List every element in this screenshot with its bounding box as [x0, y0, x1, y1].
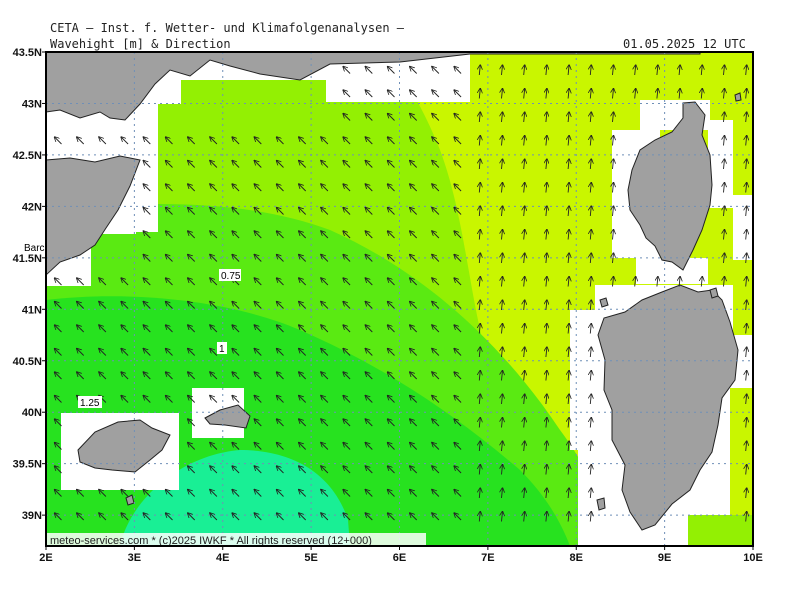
lon-tick-label: 5E	[304, 552, 317, 564]
lat-tick-label: 42N	[22, 201, 42, 213]
latitude-axis: 43.5N 43N 42.5N 42N 41.5N 41N 40.5N 40N 39.5N 39N	[13, 47, 46, 522]
lat-tick-label: 41.5N	[13, 253, 42, 265]
contour-label-1.25: 1.25	[80, 398, 100, 409]
map-field: 0.75 1 1.25 meteo-services.com * (c)2025…	[46, 52, 753, 546]
lat-tick-label: 42.5N	[13, 150, 42, 162]
lat-tick-label: 39.5N	[13, 459, 42, 471]
lat-tick-label: 40N	[22, 407, 42, 419]
lon-tick-label: 9E	[658, 552, 671, 564]
contour-label-1: 1	[219, 344, 225, 355]
contour-label-0.75: 0.75	[221, 271, 241, 282]
lon-tick-label: 4E	[216, 552, 229, 564]
lat-tick-label: 39N	[22, 510, 42, 522]
lon-tick-label: 6E	[393, 552, 406, 564]
lat-tick-label: 41N	[22, 304, 42, 316]
lon-tick-label: 3E	[128, 552, 141, 564]
lat-tick-label: 43.5N	[13, 47, 42, 59]
lon-tick-label: 7E	[481, 552, 494, 564]
longitude-axis: 2E 3E 4E 5E 6E 7E 8E 9E 10E	[39, 546, 763, 564]
wave-map: 0.75 1 1.25 meteo-services.com * (c)2025…	[13, 47, 763, 564]
lon-tick-label: 8E	[570, 552, 583, 564]
lat-tick-label: 40.5N	[13, 356, 42, 368]
lon-tick-label: 2E	[39, 552, 52, 564]
lon-tick-label: 10E	[743, 552, 763, 564]
lat-tick-label: 43N	[22, 98, 42, 110]
